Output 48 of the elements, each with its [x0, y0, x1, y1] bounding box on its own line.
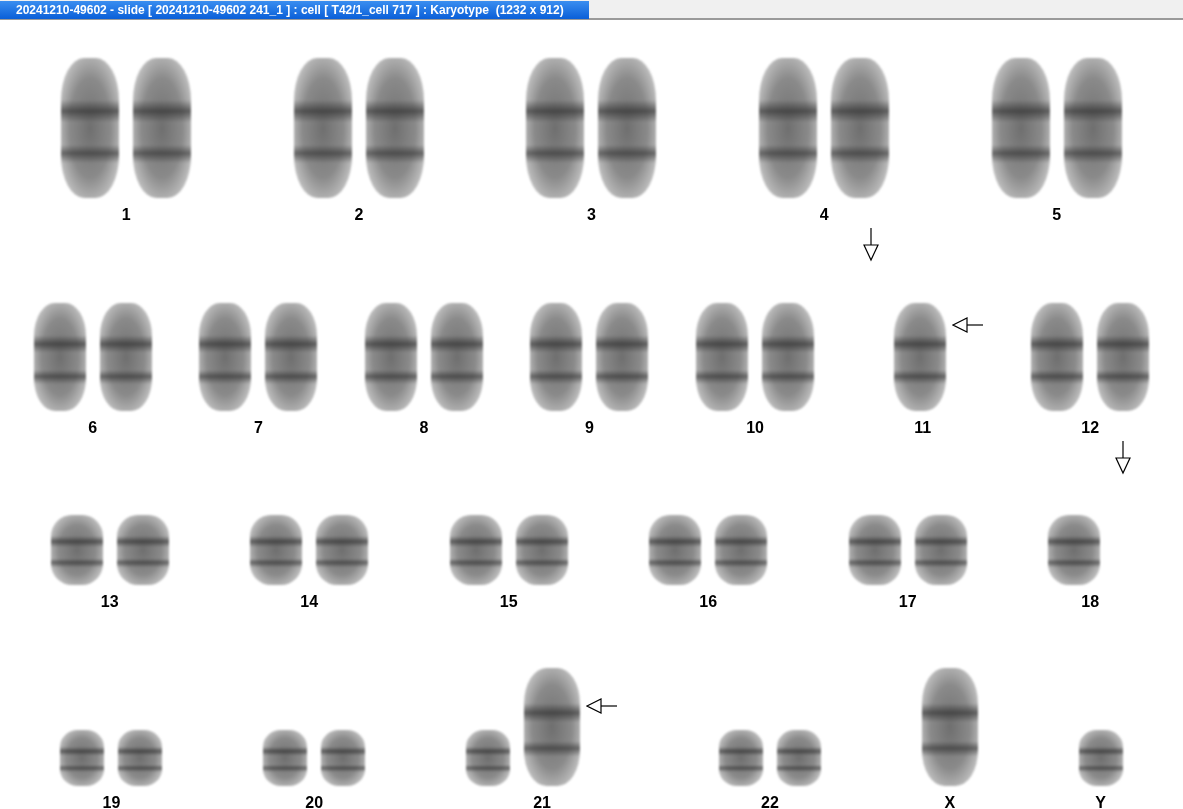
chromosome-image — [515, 515, 568, 585]
chromosome-image — [1048, 515, 1101, 585]
chromosome-number: 9 — [585, 419, 594, 437]
chromosome-image — [316, 515, 369, 585]
chromosome-image — [466, 730, 511, 786]
chromosome-image — [250, 515, 303, 585]
chromosome-image — [914, 515, 967, 585]
chromosome-image — [118, 730, 163, 786]
chromosome-number: 22 — [761, 794, 779, 809]
chromosome-number: 8 — [419, 419, 429, 437]
chromosome-number: 4 — [819, 206, 829, 224]
chromosome-number: 5 — [1052, 206, 1062, 224]
chromosome-number: 14 — [300, 593, 319, 611]
chromosome-image — [776, 730, 821, 786]
chromosome-number: 6 — [88, 419, 98, 437]
chromosome-image — [649, 515, 702, 585]
left-arrow-icon — [586, 696, 619, 715]
chromosome-image — [718, 730, 763, 786]
chromosome-image — [50, 515, 103, 585]
left-arrow-icon — [951, 315, 984, 334]
chromosome-number: 19 — [102, 794, 121, 809]
chromosome-image — [263, 730, 308, 786]
chromosome-number: 7 — [253, 419, 263, 437]
chromosome-image — [321, 730, 366, 786]
chromosome-number: 1 — [121, 206, 131, 224]
chromosome-image — [449, 515, 502, 585]
chromosome-image — [848, 515, 901, 585]
chromosome-number: 16 — [699, 593, 718, 611]
chromosome-number: 11 — [914, 419, 932, 437]
chromosome-number: 15 — [499, 593, 518, 611]
chromosome-number: 18 — [1081, 593, 1100, 611]
chromosome-number: X — [944, 794, 956, 809]
chromosome-number: 21 — [533, 794, 551, 809]
chromosome-number: 20 — [305, 794, 324, 809]
chromosome-image — [715, 515, 768, 585]
chromosome-number: 2 — [354, 206, 364, 224]
window-title: 20241210-49602 - slide [ 20241210-49602 241_1 ] : cell [ T42/1_cell 717 ] : Karyotype (1232 x 912) — [0, 1, 589, 19]
down-arrow-icon — [1114, 441, 1133, 475]
chromosome-number: 10 — [746, 419, 764, 437]
chromosome-number: 13 — [100, 593, 119, 611]
chromosome-image — [116, 515, 169, 585]
chromosome-number: 17 — [898, 593, 917, 611]
chromosome-number: Y — [1095, 794, 1106, 809]
chromosome-image — [1078, 730, 1123, 786]
chromosome-image — [60, 730, 105, 786]
chromosome-number: 12 — [1081, 419, 1100, 437]
down-arrow-icon — [861, 228, 880, 262]
chromosome-number: 3 — [587, 206, 596, 224]
